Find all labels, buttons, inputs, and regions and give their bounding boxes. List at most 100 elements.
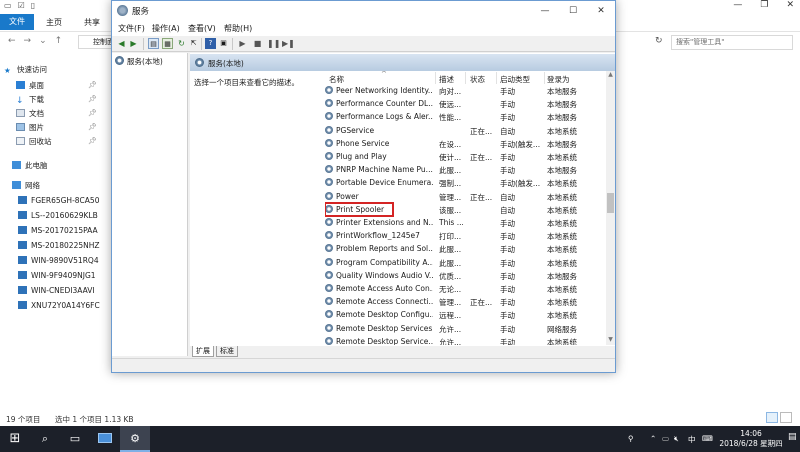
show-hide-pane-icon[interactable]: ▣: [218, 38, 229, 49]
network-computer[interactable]: XNU72Y0A14Y6FC: [18, 300, 100, 312]
service-row[interactable]: Program Compatibility A... 此服... 手动 本地系统: [325, 257, 615, 270]
nav-network[interactable]: 网络: [12, 180, 40, 192]
column-status[interactable]: 状态: [470, 74, 485, 85]
tab-extended[interactable]: 扩展: [192, 346, 214, 357]
ribbon-tab-file[interactable]: 文件: [0, 14, 34, 30]
nav-this-pc[interactable]: 此电脑: [12, 160, 48, 172]
service-row[interactable]: Printer Extensions and N... This ... 手动 本地系…: [325, 217, 615, 230]
start-service-icon[interactable]: ▶: [237, 38, 248, 49]
network-computer[interactable]: MS-20180225NHZ: [18, 240, 100, 252]
search-icon[interactable]: ⌕: [30, 426, 60, 452]
service-row[interactable]: PNRP Machine Name Pu... 此服... 手动 本地服务: [325, 164, 615, 177]
task-view-icon[interactable]: ▭: [60, 426, 90, 452]
column-name[interactable]: 名称: [329, 74, 344, 85]
explorer-taskbar-icon[interactable]: [90, 426, 120, 452]
column-divider[interactable]: [465, 72, 466, 84]
minimize-icon[interactable]: —: [531, 1, 559, 21]
service-row[interactable]: Print Spooler 该服... 自动 本地系统: [325, 201, 615, 217]
network-computer[interactable]: WIN-9890V51RQ4: [18, 255, 99, 267]
service-row[interactable]: Quality Windows Audio V... 优质... 手动 本地服务: [325, 270, 615, 283]
services-taskbar-icon[interactable]: ⚙: [120, 426, 150, 452]
service-row[interactable]: Remote Desktop Service... 允许... 手动 本地系统: [325, 336, 615, 345]
service-row[interactable]: Performance Counter DL... 使远... 手动 本地服务: [325, 98, 615, 111]
close-icon[interactable]: ✕: [587, 1, 615, 21]
service-row[interactable]: PrintWorkflow_1245e7 打印... 手动 本地系统: [325, 230, 615, 243]
menu-file[interactable]: 文件(F): [118, 23, 145, 34]
menu-action[interactable]: 操作(A): [152, 23, 180, 34]
column-startup-type[interactable]: 启动类型: [500, 74, 530, 85]
column-description[interactable]: 描述: [439, 74, 454, 85]
back-arrow-icon[interactable]: ←: [8, 36, 16, 46]
folder-icon[interactable]: ▭: [4, 1, 12, 10]
ribbon-tab-home[interactable]: 主页: [38, 15, 70, 30]
service-row[interactable]: Phone Service 在设... 手动(触发... 本地服务: [325, 138, 615, 151]
scroll-up-arrow-icon[interactable]: ▲: [606, 71, 615, 80]
refresh-icon[interactable]: ↻: [655, 36, 663, 46]
stop-service-icon[interactable]: ■: [252, 38, 263, 49]
forward-icon[interactable]: ▶: [128, 38, 139, 49]
details-view-icon[interactable]: [766, 412, 778, 423]
network-tray-icon[interactable]: ▭: [662, 434, 669, 443]
people-icon[interactable]: ⚲: [628, 434, 634, 443]
export-list-icon[interactable]: ⇱: [188, 38, 199, 49]
close-icon[interactable]: ✕: [786, 0, 794, 10]
minimize-icon[interactable]: —: [733, 0, 742, 10]
scroll-thumb[interactable]: [607, 193, 614, 213]
nav-item-documents[interactable]: 文档: [16, 108, 44, 120]
column-log-on-as[interactable]: 登录为: [547, 74, 570, 85]
pin-icon[interactable]: 📌︎: [88, 123, 97, 131]
service-row[interactable]: Plug and Play 使计... 正在... 手动 本地系统: [325, 151, 615, 164]
pin-icon[interactable]: 📌︎: [88, 137, 97, 145]
menu-view[interactable]: 查看(V): [188, 23, 216, 34]
pin-icon[interactable]: 📌︎: [88, 95, 97, 103]
nav-item-downloads[interactable]: ↓ 下载: [16, 94, 44, 106]
network-computer[interactable]: FGER65GH-8CA50: [18, 195, 99, 207]
menu-help[interactable]: 帮助(H): [224, 23, 252, 34]
windows-start-icon[interactable]: ⊞: [0, 426, 30, 452]
tab-standard[interactable]: 标准: [216, 346, 238, 357]
nav-item-desktop[interactable]: 桌面: [16, 80, 44, 92]
restart-service-icon[interactable]: ▶❚: [282, 38, 295, 49]
service-row[interactable]: Problem Reports and Sol... 此服... 手动 本地系统: [325, 243, 615, 256]
input-language[interactable]: 中: [688, 434, 696, 445]
network-computer[interactable]: LS--20160629KLB: [18, 210, 98, 222]
new-folder-icon[interactable]: ▯: [31, 1, 35, 10]
service-row[interactable]: PGService 正在... 自动 本地系统: [325, 125, 615, 138]
service-row[interactable]: Remote Desktop Services 允许... 手动 网络服务: [325, 323, 615, 336]
back-icon[interactable]: ◀: [116, 38, 127, 49]
service-row[interactable]: Remote Access Connecti... 管理... 正在... 手动 本地系…: [325, 296, 615, 309]
history-chevron-icon[interactable]: ⌄: [39, 36, 47, 46]
clock[interactable]: 14:06 2018/6/28 星期四: [716, 429, 786, 449]
forward-arrow-icon[interactable]: →: [24, 36, 32, 46]
keyboard-icon[interactable]: ⌨: [702, 434, 713, 443]
network-computer[interactable]: WIN-9F9409NJG1: [18, 270, 96, 282]
network-computer[interactable]: MS-20170215PAA: [18, 225, 98, 237]
large-icons-view-icon[interactable]: [780, 412, 792, 423]
notification-icon[interactable]: ▤: [788, 432, 797, 442]
scroll-down-arrow-icon[interactable]: ▼: [606, 336, 615, 345]
properties-icon[interactable]: ☑: [18, 1, 25, 10]
tree-node-services-local[interactable]: 服务(本地): [115, 56, 163, 67]
search-input[interactable]: 搜索"管理工具": [671, 35, 793, 50]
nav-quick-access[interactable]: ★ 快速访问: [4, 64, 47, 76]
service-row[interactable]: Performance Logs & Aler... 性能... 手动 本地服务: [325, 111, 615, 124]
restore-icon[interactable]: ❐: [760, 0, 768, 10]
service-row[interactable]: Remote Access Auto Con... 无论... 手动 本地系统: [325, 283, 615, 296]
help-icon[interactable]: ?: [205, 38, 216, 49]
column-divider[interactable]: [435, 72, 436, 84]
pin-icon[interactable]: 📌︎: [88, 109, 97, 117]
properties-icon[interactable]: ▦: [162, 38, 173, 49]
ribbon-tab-share[interactable]: 共享: [76, 15, 108, 30]
service-row[interactable]: Portable Device Enumera... 强制... 手动(触发... 本…: [325, 177, 615, 190]
column-divider[interactable]: [496, 72, 497, 84]
nav-item-pictures[interactable]: 图片: [16, 122, 44, 134]
pin-icon[interactable]: 📌︎: [88, 81, 97, 89]
nav-item-recycle-bin[interactable]: 回收站: [16, 136, 52, 148]
service-row[interactable]: Remote Desktop Configu... 远程... 手动 本地系统: [325, 309, 615, 322]
refresh-icon[interactable]: ↻: [176, 38, 187, 49]
network-computer[interactable]: WIN-CNEDI3AAVI: [18, 285, 95, 297]
maximize-icon[interactable]: ☐: [559, 1, 587, 21]
console-tree-icon[interactable]: ▤: [148, 38, 159, 49]
pause-service-icon[interactable]: ❚❚: [267, 38, 280, 49]
up-arrow-icon[interactable]: ↑: [55, 36, 63, 46]
